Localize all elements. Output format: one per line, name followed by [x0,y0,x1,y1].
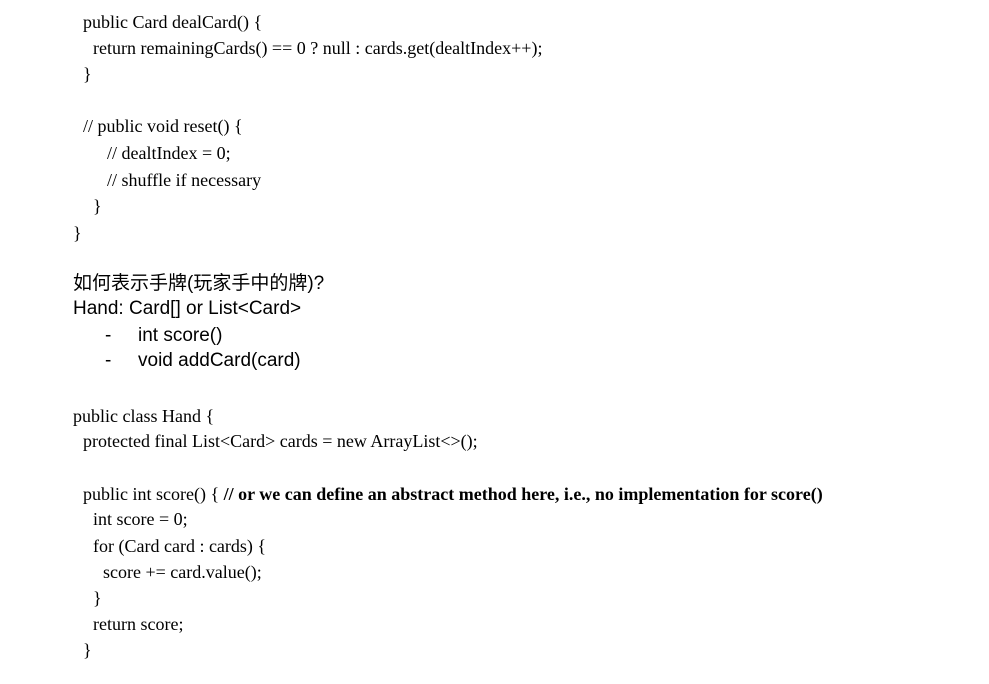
code-line-dealcard-return: return remainingCards() == 0 ? null : ca… [93,38,543,58]
bullet-score: int score() [138,325,223,346]
code-line-reset-dealtindex: // dealtIndex = 0; [107,143,231,163]
code-line-class-close: } [73,223,82,243]
code-line-for-loop: for (Card card : cards) { [93,536,267,556]
score-signature-code: public int score() { [83,484,224,504]
code-line-cards-field: protected final List<Card> cards = new A… [83,431,478,451]
code-line-dealcard-signature: public Card dealCard() { [83,12,263,32]
document-page: public Card dealCard() { return remainin… [0,0,989,684]
code-line-score-add: score += card.value(); [103,562,262,582]
hand-types: Hand: Card[] or List<Card> [73,298,302,319]
score-comment: // or we can define an abstract method h… [223,484,823,504]
code-line-reset-close: } [93,196,102,216]
code-line-score-signature: public int score() { // or we can define… [83,483,823,505]
code-line-score-init: int score = 0; [93,509,188,529]
code-line-dealcard-close: } [83,64,92,84]
bullet-marker: - [105,325,112,346]
code-line-reset-shuffle: // shuffle if necessary [107,170,262,190]
code-line-for-close: } [93,588,102,608]
code-line-score-close: } [83,640,92,660]
code-line-reset-signature: // public void reset() { [83,116,243,136]
code-line-return-score: return score; [93,614,184,634]
code-line-hand-class: public class Hand { [73,406,215,426]
bullet-addcard: void addCard(card) [138,350,301,371]
bullet-marker: - [105,350,112,371]
hand-question: 如何表示手牌(玩家手中的牌)? [73,273,325,294]
